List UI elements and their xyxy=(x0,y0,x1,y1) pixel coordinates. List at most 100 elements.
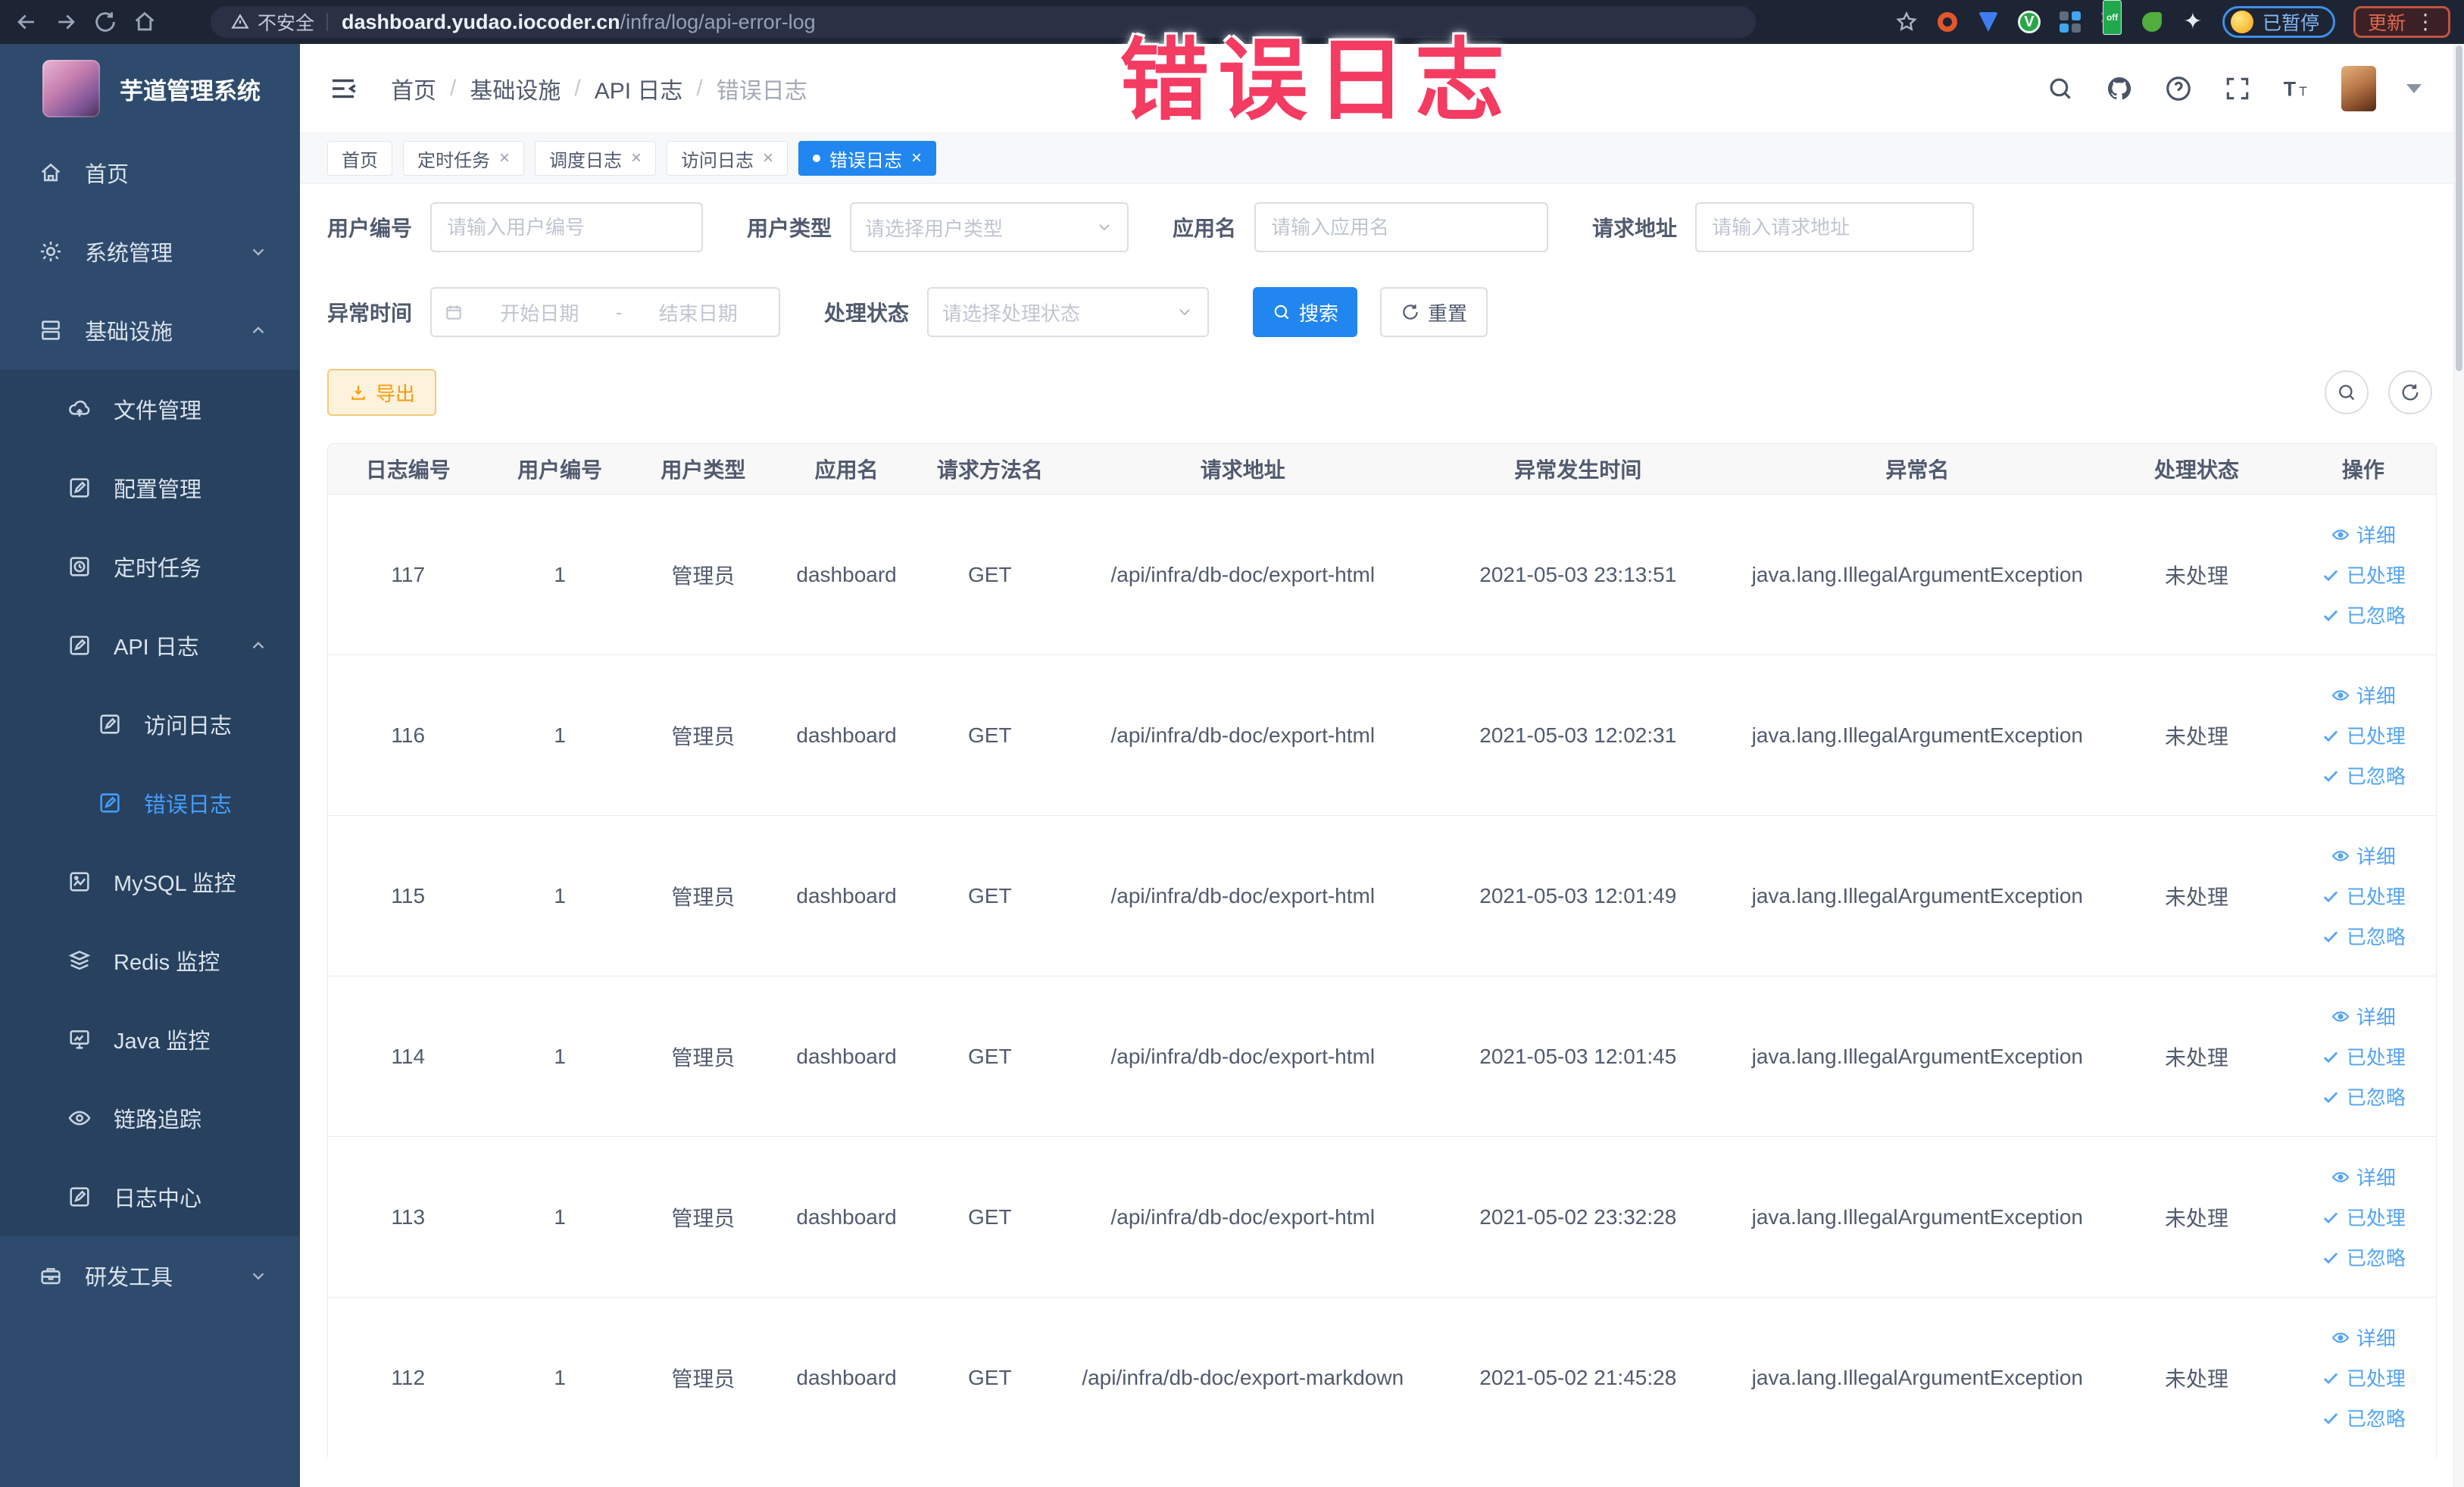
table-row: 116 1 管理员 dashboard GET/api/infra/db-doc/exp… xyxy=(328,654,2436,815)
reset-button[interactable]: 重置 xyxy=(1380,287,1488,337)
extension-grid-icon[interactable] xyxy=(2059,11,2081,33)
processed-link[interactable]: 已处理 xyxy=(2321,1042,2406,1070)
processed-link[interactable]: 已处理 xyxy=(2321,882,2406,910)
extension-green-check-icon[interactable]: V xyxy=(2017,11,2041,33)
extension-leaf-icon[interactable] xyxy=(2141,11,2163,33)
ignored-link[interactable]: 已忽略 xyxy=(2321,1404,2406,1432)
forward-icon[interactable] xyxy=(53,9,79,35)
ignored-link[interactable]: 已忽略 xyxy=(2321,1082,2406,1111)
app-name-input[interactable] xyxy=(1254,202,1549,252)
processed-link[interactable]: 已处理 xyxy=(2321,561,2406,589)
avatar-dropdown-caret[interactable] xyxy=(2406,83,2422,93)
cell-time: 2021-05-02 23:32:28 xyxy=(1479,1204,1677,1229)
sidebar-item-13[interactable]: 日志中心 xyxy=(0,1157,300,1236)
breadcrumb-item[interactable]: API 日志 xyxy=(595,72,683,105)
scrollbar-thumb[interactable] xyxy=(2456,45,2462,371)
extension-shield-icon[interactable] xyxy=(1977,11,2000,33)
sidebar-item-7[interactable]: 访问日志 xyxy=(0,685,300,764)
sidebar-item-1[interactable]: 系统管理 xyxy=(0,212,300,291)
address-bar[interactable]: 不安全 dashboard.yudao.iocoder.cn /infra/lo… xyxy=(211,6,1756,38)
refresh-table-button[interactable] xyxy=(2388,370,2432,414)
help-icon[interactable] xyxy=(2164,74,2193,103)
ignored-link[interactable]: 已忽略 xyxy=(2321,761,2406,789)
request-url-input[interactable] xyxy=(1695,202,1975,252)
ignored-link[interactable]: 已忽略 xyxy=(2321,1243,2406,1271)
chevron-down-icon xyxy=(1095,218,1113,236)
chevron-up-icon xyxy=(248,636,268,655)
detail-link[interactable]: 详细 xyxy=(2331,1002,2396,1030)
detail-link[interactable]: 详细 xyxy=(2331,842,2396,870)
security-label[interactable]: 不安全 xyxy=(258,8,314,36)
breadcrumb-item[interactable]: 基础设施 xyxy=(470,72,561,105)
check-icon xyxy=(2321,1368,2341,1388)
sidebar-item-14[interactable]: 研发工具 xyxy=(0,1236,300,1315)
cell-app: dashboard xyxy=(796,562,897,586)
user-avatar[interactable] xyxy=(2341,65,2376,111)
sidebar-item-10[interactable]: Redis 监控 xyxy=(0,921,300,1000)
sidebar-item-6[interactable]: API 日志 xyxy=(0,606,300,685)
toggle-search-button[interactable] xyxy=(2325,370,2369,414)
table-row: 117 1 管理员 dashboard GET/api/infra/db-doc/exp… xyxy=(328,494,2436,654)
extension-orange-icon[interactable] xyxy=(1936,11,1959,33)
close-icon[interactable]: × xyxy=(631,148,642,169)
end-date-placeholder[interactable]: 结束日期 xyxy=(629,298,767,326)
sidebar: 芋道管理系统 首页 系统管理 基础设施 文件管理 配置管理 定时任务 API 日志 访问日志错… xyxy=(0,44,300,1487)
user-id-input[interactable] xyxy=(430,202,704,252)
url-path: /infra/log/api-error-log xyxy=(620,10,816,33)
logo-row[interactable]: 芋道管理系统 xyxy=(0,44,300,133)
ignored-link[interactable]: 已忽略 xyxy=(2321,601,2406,629)
github-icon[interactable] xyxy=(2105,74,2134,103)
processed-link[interactable]: 已处理 xyxy=(2321,1364,2406,1392)
search-button[interactable]: 搜索 xyxy=(1253,287,1358,337)
action-label: 已处理 xyxy=(2346,1046,2406,1069)
close-icon[interactable]: × xyxy=(499,148,510,169)
extension-off-icon[interactable]: off xyxy=(2100,0,2122,35)
detail-link[interactable]: 详细 xyxy=(2331,1323,2396,1351)
processed-link[interactable]: 已处理 xyxy=(2321,1203,2406,1231)
export-button[interactable]: 导出 xyxy=(327,369,436,416)
check-icon xyxy=(2321,1408,2341,1428)
search-icon[interactable] xyxy=(2046,74,2075,103)
bookmark-star-icon[interactable] xyxy=(1895,11,1918,33)
browser-update-button[interactable]: 更新 ⋮ xyxy=(2353,6,2450,38)
tab-2[interactable]: 调度日志 × xyxy=(535,141,657,176)
sidebar-item-12[interactable]: 链路追踪 xyxy=(0,1079,300,1157)
app-logo xyxy=(42,60,100,117)
ignored-link[interactable]: 已忽略 xyxy=(2321,922,2406,950)
tab-1[interactable]: 定时任务 × xyxy=(403,141,525,176)
check-icon xyxy=(2321,565,2341,585)
close-icon[interactable]: × xyxy=(911,148,922,169)
detail-link[interactable]: 详细 xyxy=(2331,681,2396,709)
tab-3[interactable]: 访问日志 × xyxy=(667,141,789,176)
extension-star-icon[interactable]: ✦ xyxy=(2181,11,2204,33)
user-type-select[interactable]: 请选择用户类型 xyxy=(850,202,1129,252)
kebab-menu-icon[interactable]: ⋮ xyxy=(2415,11,2436,33)
font-size-icon[interactable]: TT xyxy=(2282,74,2311,103)
sidebar-item-2[interactable]: 基础设施 xyxy=(0,291,300,370)
sidebar-item-8[interactable]: 错误日志 xyxy=(0,764,300,842)
detail-link[interactable]: 详细 xyxy=(2331,1163,2396,1191)
sidebar-item-4[interactable]: 配置管理 xyxy=(0,448,300,527)
sidebar-item-9[interactable]: MySQL 监控 xyxy=(0,842,300,921)
detail-link[interactable]: 详细 xyxy=(2331,520,2396,548)
sidebar-item-5[interactable]: 定时任务 xyxy=(0,527,300,606)
reload-icon[interactable] xyxy=(92,9,118,35)
back-icon[interactable] xyxy=(14,9,39,35)
profile-paused-badge[interactable]: 已暂停 xyxy=(2222,6,2335,38)
breadcrumb-item[interactable]: 首页 xyxy=(391,72,436,105)
fullscreen-icon[interactable] xyxy=(2223,74,2252,103)
exception-time-range[interactable]: 开始日期 - 结束日期 xyxy=(430,287,781,337)
processed-link[interactable]: 已处理 xyxy=(2321,721,2406,749)
window-scrollbar[interactable] xyxy=(2453,44,2464,1487)
home-icon[interactable] xyxy=(132,9,158,35)
sidebar-item-11[interactable]: Java 监控 xyxy=(0,1000,300,1079)
tab-4[interactable]: 错误日志 × xyxy=(798,141,937,176)
tab-0[interactable]: 首页 xyxy=(327,141,392,176)
close-icon[interactable]: × xyxy=(763,148,773,169)
sidebar-item-3[interactable]: 文件管理 xyxy=(0,370,300,448)
process-status-select[interactable]: 请选择处理状态 xyxy=(927,287,1210,337)
collapse-menu-icon[interactable] xyxy=(327,73,359,105)
sidebar-item-0[interactable]: 首页 xyxy=(0,133,300,212)
start-date-placeholder[interactable]: 开始日期 xyxy=(471,298,608,326)
action-label: 已处理 xyxy=(2346,1367,2406,1390)
